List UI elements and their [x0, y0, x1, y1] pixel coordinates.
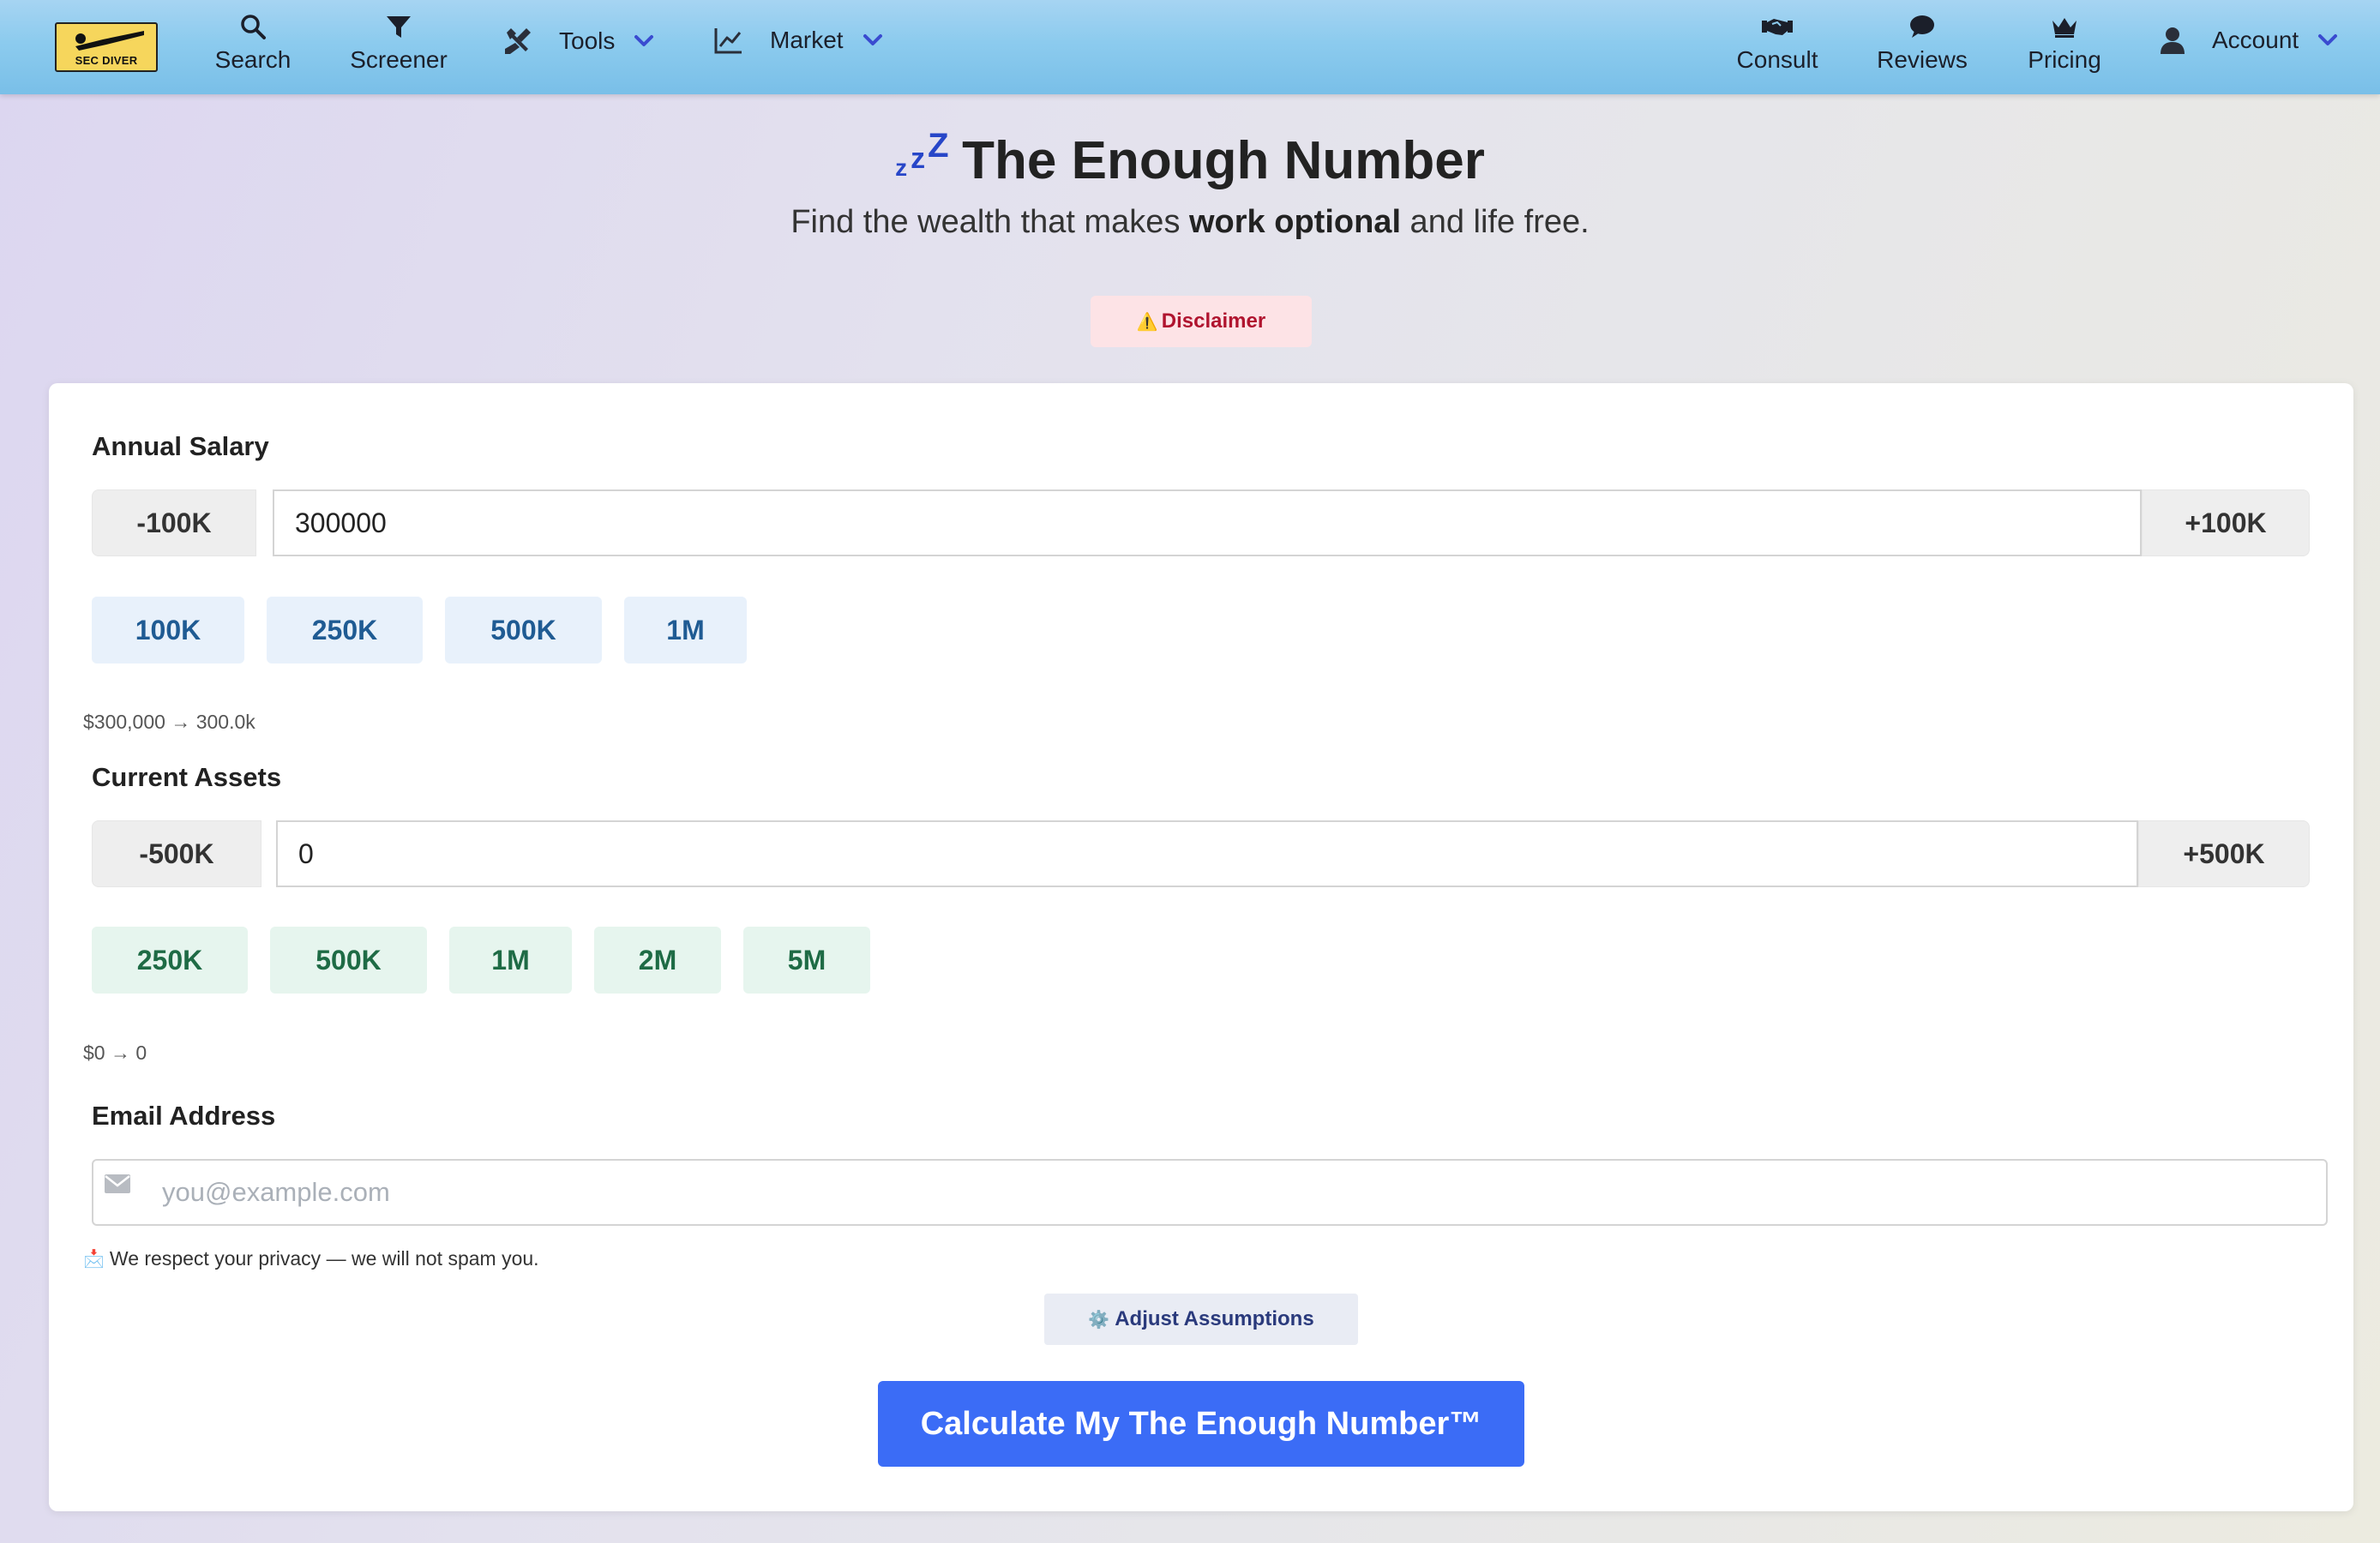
salary-minus-button[interactable]: -100K	[92, 489, 256, 556]
top-navbar: SEC DIVER Search Screener Tools Market C…	[0, 0, 2380, 94]
sec-diver-logo[interactable]: SEC DIVER	[55, 22, 158, 72]
assets-preset-5m[interactable]: 5M	[743, 927, 870, 994]
assets-preset-500k[interactable]: 500K	[270, 927, 427, 994]
envelope-icon	[105, 1174, 130, 1193]
disclaimer-button[interactable]: ⚠️ Disclaimer	[1091, 296, 1312, 347]
diver-icon	[75, 31, 144, 51]
salary-plus-button[interactable]: +100K	[2142, 489, 2310, 556]
assets-label: Current Assets	[92, 762, 282, 792]
disclaimer-label: Disclaimer	[1161, 309, 1266, 333]
search-icon	[241, 15, 266, 39]
nav-reviews-label: Reviews	[1877, 46, 1968, 73]
salary-hint: $300,000 → 300.0k	[83, 711, 255, 733]
page-title: z z Z The Enough Number	[0, 127, 2380, 191]
nav-market[interactable]: Market	[713, 26, 883, 55]
assets-input[interactable]	[276, 820, 2138, 887]
mailbox-icon: 📩	[83, 1250, 105, 1269]
privacy-text: We respect your privacy — we will not sp…	[109, 1247, 539, 1270]
assets-hint: $0 → 0	[83, 1042, 147, 1064]
logo-text: SEC DIVER	[75, 54, 138, 67]
email-input[interactable]	[162, 1161, 2305, 1224]
assets-preset-250k[interactable]: 250K	[92, 927, 248, 994]
assets-minus-button[interactable]: -500K	[92, 820, 261, 887]
sleeping-zzz-icon: z z Z	[895, 127, 949, 181]
salary-preset-500k[interactable]: 500K	[445, 597, 602, 663]
assets-preset-1m[interactable]: 1M	[449, 927, 572, 994]
nav-tools[interactable]: Tools	[502, 26, 654, 57]
nav-pricing[interactable]: Pricing	[2020, 12, 2109, 74]
salary-preset-250k[interactable]: 250K	[267, 597, 423, 663]
adjust-assumptions-button[interactable]: ⚙️ Adjust Assumptions	[1044, 1294, 1358, 1345]
chart-line-icon	[714, 28, 742, 54]
subtitle-text-end: and life free.	[1401, 204, 1590, 240]
subtitle-text: Find the wealth that makes	[790, 204, 1189, 240]
chevron-down-icon	[862, 34, 882, 45]
user-icon	[2161, 27, 2185, 54]
nav-screener-label: Screener	[350, 46, 448, 73]
nav-screener[interactable]: Screener	[341, 12, 456, 74]
crown-icon	[2052, 18, 2076, 38]
page-subtitle: Find the wealth that makes work optional…	[0, 204, 2380, 241]
calculate-button[interactable]: Calculate My The Enough Number™	[878, 1381, 1524, 1467]
salary-preset-100k[interactable]: 100K	[92, 597, 244, 663]
nav-account[interactable]: Account	[2159, 26, 2338, 55]
subtitle-emphasis: work optional	[1189, 204, 1401, 240]
nav-consult-label: Consult	[1736, 46, 1818, 73]
salary-input[interactable]	[273, 489, 2142, 556]
salary-preset-1m[interactable]: 1M	[624, 597, 747, 663]
page-title-text: The Enough Number	[962, 131, 1485, 190]
handshake-icon	[1762, 19, 1793, 35]
tools-icon	[505, 28, 531, 54]
salary-label: Annual Salary	[92, 431, 269, 461]
warning-icon: ⚠️	[1136, 312, 1158, 332]
gear-icon: ⚙️	[1088, 1310, 1110, 1330]
nav-market-label: Market	[770, 27, 844, 53]
nav-account-label: Account	[2212, 27, 2299, 53]
speech-bubble-icon	[1910, 15, 1934, 38]
nav-search-label: Search	[214, 46, 291, 73]
nav-pricing-label: Pricing	[2028, 46, 2101, 73]
nav-reviews[interactable]: Reviews	[1871, 12, 1974, 74]
chevron-down-icon	[634, 35, 654, 46]
nav-consult[interactable]: Consult	[1730, 12, 1824, 74]
adjust-assumptions-label: Adjust Assumptions	[1115, 1307, 1314, 1330]
nav-tools-label: Tools	[559, 27, 616, 54]
chevron-down-icon	[2318, 34, 2338, 45]
nav-search[interactable]: Search	[207, 12, 298, 74]
privacy-note: 📩 We respect your privacy — we will not s…	[83, 1247, 539, 1270]
email-label: Email Address	[92, 1101, 276, 1131]
filter-icon	[387, 16, 411, 38]
email-field	[92, 1159, 2328, 1226]
assets-preset-2m[interactable]: 2M	[594, 927, 721, 994]
assets-plus-button[interactable]: +500K	[2138, 820, 2310, 887]
